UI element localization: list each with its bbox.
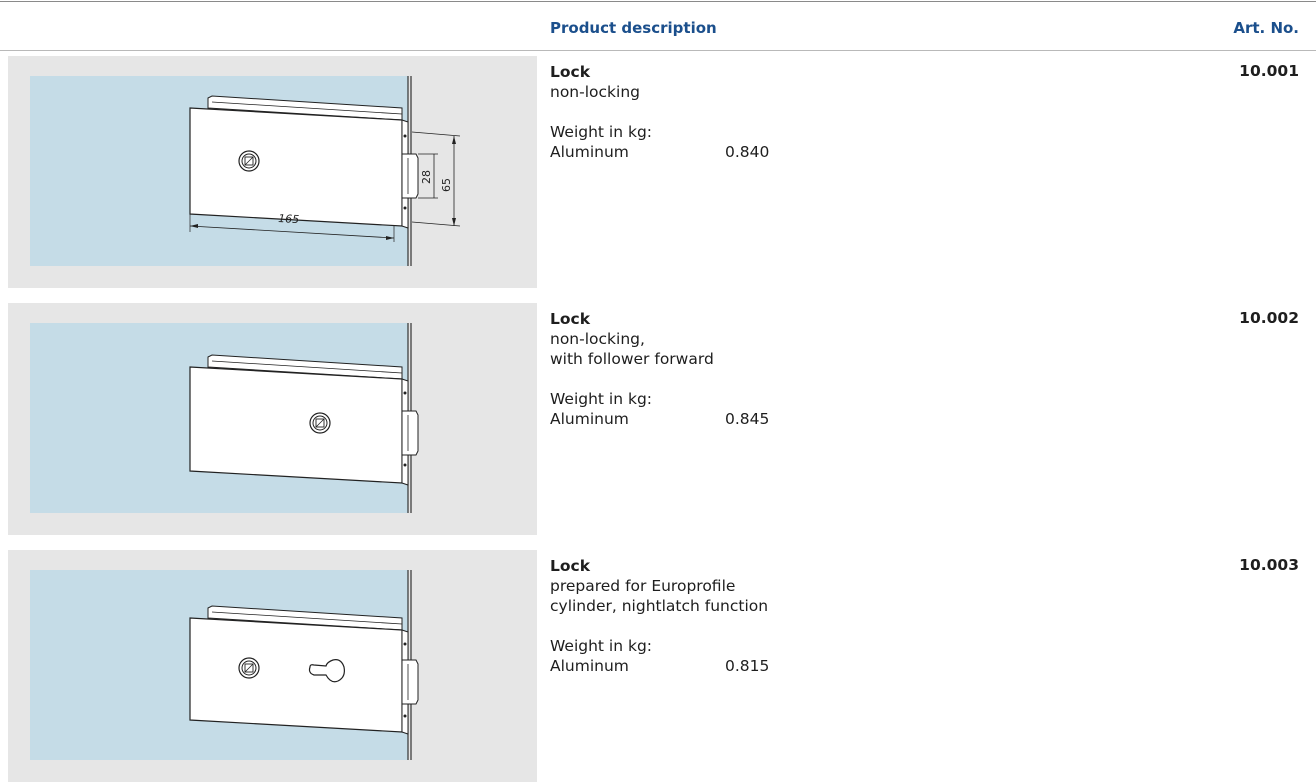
material-name: Aluminum: [550, 143, 629, 161]
product-image-panel: [8, 303, 537, 535]
follower-knob-icon: [238, 657, 260, 679]
art-no: 10.003: [1239, 556, 1299, 574]
product-description: Lock non-locking, with follower forward …: [550, 309, 769, 429]
product-line: prepared for Europrofile: [550, 577, 736, 595]
dimension-length: 165: [278, 212, 300, 226]
lock-drawing-icon: [30, 323, 419, 513]
product-row-10001: 165 28 65 Lock non-locking Weight in kg:…: [0, 56, 1316, 288]
weight-value: 0.840: [725, 143, 770, 161]
weight-row: Aluminum 0.840: [550, 142, 769, 162]
product-line: with follower forward: [550, 350, 714, 368]
follower-knob-icon: [238, 150, 260, 172]
weight-value: 0.845: [725, 410, 770, 428]
lock-drawing-icon: 165 28 65: [30, 76, 461, 266]
product-title: Lock: [550, 63, 591, 81]
material-name: Aluminum: [550, 410, 629, 428]
product-row-10002: Lock non-locking, with follower forward …: [0, 303, 1316, 535]
dimension-height-inner: 28: [420, 170, 433, 184]
product-description-header: Product description: [550, 19, 717, 37]
art-no-header: Art. No.: [1233, 19, 1299, 37]
dimension-height-outer: 65: [440, 178, 453, 192]
art-no: 10.002: [1239, 309, 1299, 327]
product-image-panel: [8, 550, 537, 782]
header-rule: [0, 50, 1316, 51]
product-line: non-locking,: [550, 330, 645, 348]
weight-value: 0.815: [725, 657, 770, 675]
weight-label: Weight in kg:: [550, 390, 653, 408]
weight-row: Aluminum 0.815: [550, 656, 769, 676]
product-title: Lock: [550, 310, 591, 328]
product-line: cylinder, nightlatch function: [550, 597, 769, 615]
product-image-panel: 165 28 65: [8, 56, 537, 288]
product-line: non-locking: [550, 83, 640, 101]
product-title: Lock: [550, 557, 591, 575]
product-description: Lock prepared for Europrofile cylinder, …: [550, 556, 769, 676]
weight-label: Weight in kg:: [550, 123, 653, 141]
follower-knob-icon: [309, 412, 331, 434]
weight-row: Aluminum 0.845: [550, 409, 769, 429]
product-row-10003: Lock prepared for Europrofile cylinder, …: [0, 550, 1316, 782]
product-description: Lock non-locking Weight in kg: Aluminum …: [550, 62, 769, 162]
material-name: Aluminum: [550, 657, 629, 675]
art-no: 10.001: [1239, 62, 1299, 80]
table-header: Product description Art. No.: [0, 2, 1316, 50]
lock-drawing-icon: [30, 570, 419, 760]
weight-label: Weight in kg:: [550, 637, 653, 655]
